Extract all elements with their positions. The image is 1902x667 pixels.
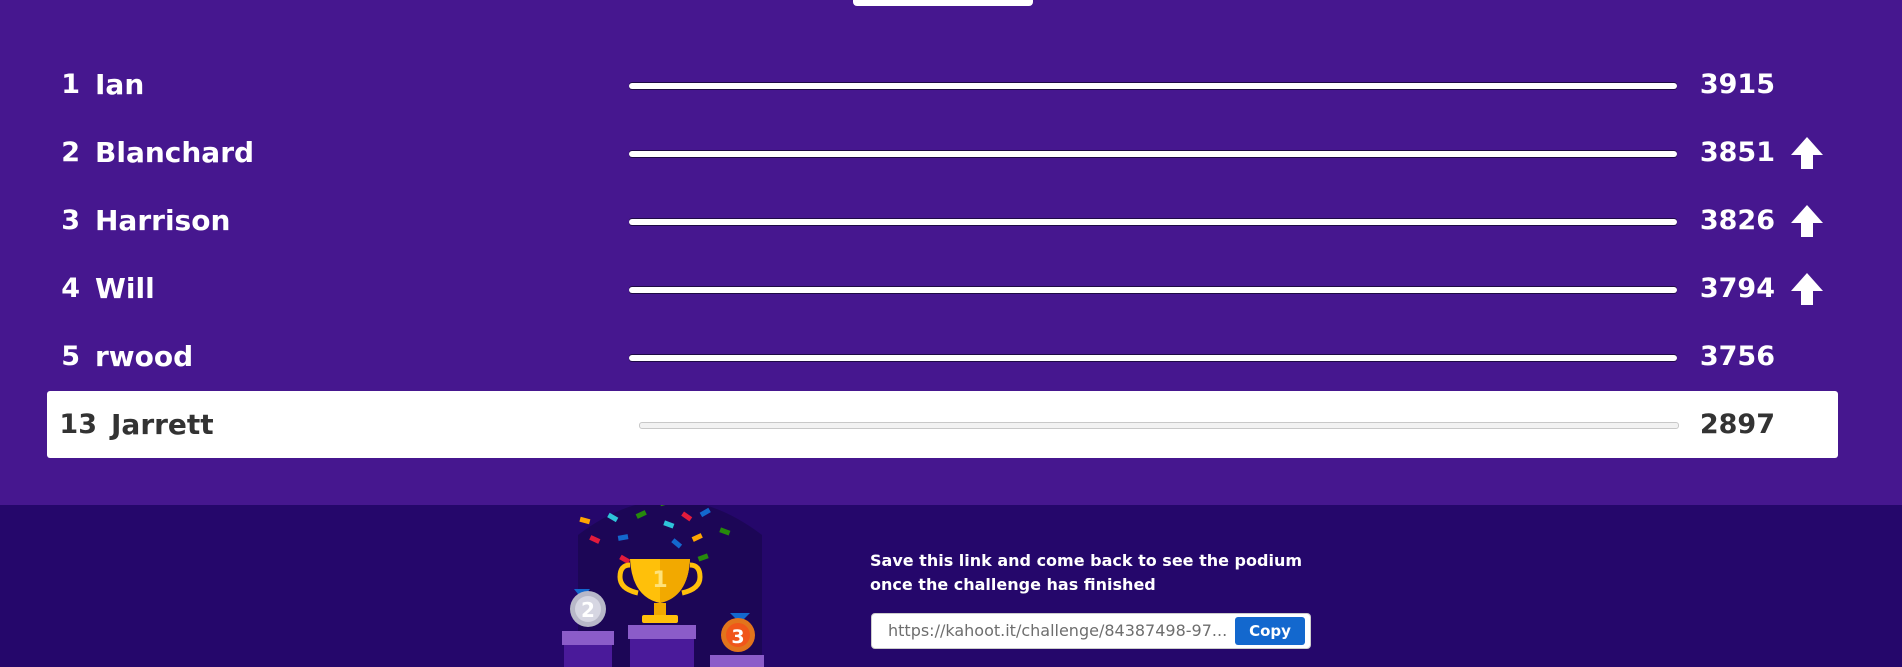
copy-button[interactable]: Copy xyxy=(1235,617,1305,645)
svg-text:3: 3 xyxy=(731,626,744,648)
current-player-row: 13 Jarrett 2897 xyxy=(47,391,1838,458)
player-name: rwood xyxy=(95,340,194,373)
challenge-footer: 1 2 3 Save this link and come back to se… xyxy=(0,505,1902,667)
save-link-line-2: once the challenge has finished xyxy=(870,575,1156,594)
rank-number: 3 xyxy=(61,205,80,236)
player-name: Jarrett xyxy=(111,408,214,441)
rank-number: 4 xyxy=(61,273,80,304)
rank-number: 2 xyxy=(61,137,80,168)
svg-text:1: 1 xyxy=(652,568,667,593)
player-score: 2897 xyxy=(1699,409,1775,440)
player-score: 3915 xyxy=(1699,69,1775,100)
up-arrow-icon xyxy=(1791,273,1823,305)
player-score: 3826 xyxy=(1699,205,1775,236)
leaderboard-row: 2 Blanchard 3851 xyxy=(0,119,1902,187)
score-bar xyxy=(629,83,1677,89)
challenge-link-field[interactable]: https://kahoot.it/challenge/84387498-97.… xyxy=(871,613,1311,649)
score-bar xyxy=(639,422,1679,429)
podium-first xyxy=(628,625,696,667)
player-score: 3756 xyxy=(1699,341,1775,372)
leaderboard-row: 5 rwood 3756 xyxy=(0,323,1902,391)
rank-number: 1 xyxy=(61,69,80,100)
player-name: Will xyxy=(95,272,155,305)
podium-illustration: 1 2 3 xyxy=(562,505,764,667)
score-bar xyxy=(629,355,1677,361)
save-link-message: Save this link and come back to see the … xyxy=(870,549,1330,597)
up-arrow-icon xyxy=(1791,205,1823,237)
top-tab xyxy=(853,0,1033,6)
player-score: 3794 xyxy=(1699,273,1775,304)
svg-text:2: 2 xyxy=(581,598,595,622)
player-name: Harrison xyxy=(95,204,231,237)
score-bar xyxy=(629,219,1677,225)
player-name: Blanchard xyxy=(95,136,255,169)
up-arrow-icon xyxy=(1791,137,1823,169)
podium-third xyxy=(710,655,764,667)
leaderboard-row: 1 Ian 3915 xyxy=(0,51,1902,119)
player-name: Ian xyxy=(95,68,145,101)
rank-number: 5 xyxy=(61,341,80,372)
player-score: 3851 xyxy=(1699,137,1775,168)
score-bar xyxy=(629,151,1677,157)
save-link-line-1: Save this link and come back to see the … xyxy=(870,551,1302,570)
challenge-link-text[interactable]: https://kahoot.it/challenge/84387498-97.… xyxy=(888,614,1238,648)
leaderboard-row: 3 Harrison 3826 xyxy=(0,187,1902,255)
leaderboard-row: 4 Will 3794 xyxy=(0,255,1902,323)
score-bar xyxy=(629,287,1677,293)
rank-number: 13 xyxy=(59,409,97,440)
podium-second xyxy=(562,631,614,667)
